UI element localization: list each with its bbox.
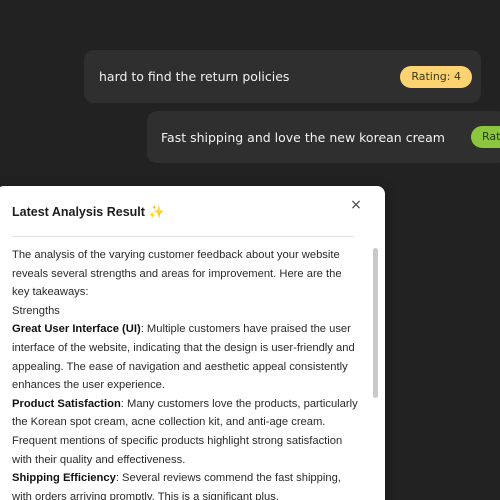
analysis-text: The analysis of the varying customer fee… <box>12 246 358 500</box>
divider <box>12 236 354 237</box>
analysis-point: Product Satisfaction: Many customers lov… <box>12 395 358 469</box>
close-button[interactable]: × <box>348 197 364 213</box>
feedback-item[interactable]: Fast shipping and love the new korean cr… <box>147 111 500 163</box>
rating-badge: Rating: 4 <box>400 65 472 88</box>
feedback-text: hard to find the return policies <box>99 69 290 84</box>
strengths-heading: Strengths <box>12 304 60 317</box>
feedback-text: Fast shipping and love the new korean cr… <box>161 129 445 145</box>
modal-title: Latest Analysis Result ✨ <box>12 204 165 220</box>
feedback-item[interactable]: hard to find the return policies Rating:… <box>84 50 481 103</box>
rating-badge: Rating: 5 <box>471 126 500 148</box>
modal-title-text: Latest Analysis Result <box>12 205 145 219</box>
point-title: Great User Interface (UI) <box>12 323 141 336</box>
sparkles-icon: ✨ <box>148 204 166 219</box>
point-title: Product Satisfaction <box>12 397 121 410</box>
point-title: Shipping Efficiency <box>12 472 116 485</box>
analysis-point: Great User Interface (UI): Multiple cust… <box>12 320 358 394</box>
analysis-point: Shipping Efficiency: Several reviews com… <box>12 469 358 500</box>
analysis-result-modal: Latest Analysis Result ✨ × The analysis … <box>0 186 385 500</box>
analysis-intro: The analysis of the varying customer fee… <box>12 249 342 299</box>
scrollbar-thumb[interactable] <box>373 248 378 398</box>
